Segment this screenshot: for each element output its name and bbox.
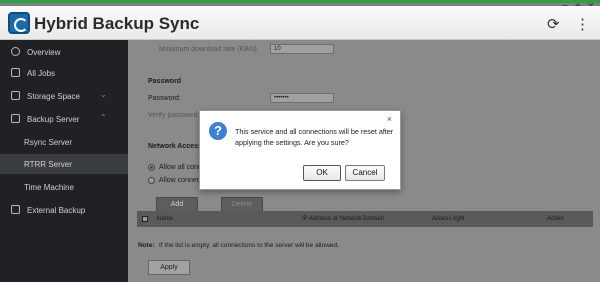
chevron-up-icon: ⌃ [100, 113, 107, 122]
sidebar-item-label: Time Machine [24, 183, 74, 192]
confirm-dialog: × ? This service and all connections wil… [199, 110, 401, 190]
app-logo-icon [8, 12, 30, 34]
password-section-title: Password [148, 78, 182, 85]
sidebar-item-external-backup[interactable]: External Backup [0, 200, 128, 220]
app-header: Hybrid Backup Sync ⟳ ⋮ [0, 6, 600, 40]
overview-icon [11, 47, 20, 56]
password-label: Password: [148, 95, 181, 102]
allow-connections-radio[interactable] [148, 177, 155, 184]
apply-button[interactable]: Apply [148, 260, 190, 275]
max-download-label: Maximum download rate (KB/s): [159, 46, 259, 53]
sidebar-item-label: RTRR Server [24, 160, 72, 169]
sidebar-item-rtrr-server[interactable]: RTRR Server [0, 154, 128, 174]
dialog-close-icon[interactable]: × [387, 114, 392, 124]
ok-button[interactable]: OK [303, 165, 341, 181]
cancel-button[interactable]: Cancel [345, 165, 385, 181]
sidebar-item-all-jobs[interactable]: All Jobs [0, 63, 128, 83]
window-accent-bar [0, 0, 600, 3]
allow-all-radio[interactable] [148, 164, 155, 171]
app-title: Hybrid Backup Sync [34, 14, 200, 33]
column-name: Name [157, 216, 174, 222]
sidebar-item-label: Rsync Server [24, 138, 73, 147]
sidebar-item-label: Backup Server [27, 115, 80, 124]
external-backup-icon [11, 205, 20, 214]
add-button[interactable]: Add [156, 197, 198, 212]
more-vertical-icon[interactable]: ⋮ [575, 15, 590, 33]
sidebar-item-backup-server[interactable]: Backup Server ⌃ [0, 109, 128, 129]
select-all-checkbox[interactable] [142, 216, 148, 222]
delete-button[interactable]: Delete [221, 197, 263, 212]
note-text: If the list is empty, all connections to… [159, 242, 339, 249]
chevron-down-icon: ⌄ [100, 90, 107, 99]
note-prefix: Note: [138, 242, 155, 249]
storage-icon [11, 91, 20, 100]
verify-password-label: Verify password: [148, 112, 200, 119]
allow-connections-label: Allow connect [159, 177, 203, 184]
sidebar-item-label: All Jobs [27, 69, 56, 78]
sidebar-item-rsync-server[interactable]: Rsync Server [0, 132, 128, 152]
max-download-input[interactable]: 10 [270, 44, 334, 54]
dialog-message: This service and all connections will be… [235, 127, 394, 147]
backup-server-icon [11, 114, 20, 123]
sidebar-item-label: Storage Space [27, 92, 80, 101]
access-table-header: Name IP Address or Network Domain Access… [137, 211, 593, 227]
sidebar-item-overview[interactable]: Overview [0, 42, 128, 62]
column-ip-address: IP Address or Network Domain [302, 216, 384, 222]
column-access-right: Access right [432, 216, 465, 222]
sidebar-item-storage-space[interactable]: Storage Space ⌄ [0, 86, 128, 106]
sidebar-item-label: Overview [27, 48, 61, 57]
sidebar-item-time-machine[interactable]: Time Machine [0, 177, 128, 197]
question-icon: ? [209, 122, 227, 140]
jobs-icon [11, 68, 20, 77]
sidebar-item-label: External Backup [27, 206, 86, 215]
column-action: Action [547, 216, 564, 222]
sidebar: Overview All Jobs Storage Space ⌄ Backup… [0, 40, 128, 282]
refresh-icon[interactable]: ⟳ [547, 15, 560, 33]
password-input[interactable]: ••••••• [270, 93, 334, 103]
